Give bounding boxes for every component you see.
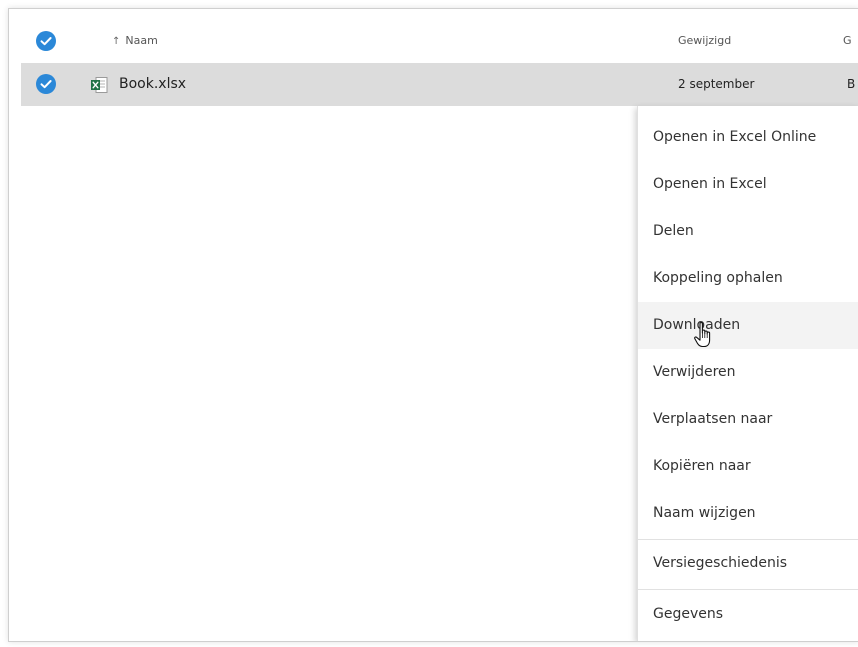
menu-item-get-link[interactable]: Koppeling ophalen (638, 255, 858, 302)
menu-item-move-to[interactable]: Verplaatsen naar (638, 396, 858, 443)
menu-item-share[interactable]: Delen (638, 208, 858, 255)
file-list-view: ↑ Naam Gewijzigd G Book.xlsx 2 september … (8, 8, 858, 642)
row-checkmark-icon[interactable] (36, 74, 56, 94)
menu-item-rename[interactable]: Naam wijzigen (638, 490, 858, 537)
file-truncated-cell: B (847, 77, 856, 91)
menu-item-open-excel[interactable]: Openen in Excel (638, 161, 858, 208)
column-header-name-label: Naam (125, 34, 158, 47)
excel-file-icon (90, 76, 108, 94)
file-name[interactable]: Book.xlsx (119, 63, 186, 106)
hand-pointer-cursor-icon (693, 321, 715, 349)
menu-item-open-excel-online[interactable]: Openen in Excel Online (638, 114, 858, 161)
select-all-checkmark-icon[interactable] (36, 31, 56, 51)
column-header-truncated[interactable]: G (843, 23, 852, 59)
column-header-name[interactable]: ↑ Naam (112, 23, 158, 59)
menu-item-delete[interactable]: Verwijderen (638, 349, 858, 396)
column-header-row: ↑ Naam Gewijzigd G (9, 23, 858, 59)
file-row-selected[interactable]: Book.xlsx 2 september B (21, 63, 858, 106)
menu-item-download[interactable]: Downloaden (638, 302, 858, 349)
menu-item-copy-to[interactable]: Kopiëren naar (638, 443, 858, 490)
menu-divider (638, 589, 858, 590)
menu-item-details[interactable]: Gegevens (638, 591, 858, 638)
menu-item-version-history[interactable]: Versiegeschiedenis (638, 540, 858, 587)
sort-up-arrow-icon: ↑ (112, 36, 121, 47)
context-menu: Openen in Excel Online Openen in Excel D… (637, 106, 858, 641)
file-modified-date: 2 september (678, 77, 755, 91)
column-header-modified[interactable]: Gewijzigd (678, 23, 731, 59)
